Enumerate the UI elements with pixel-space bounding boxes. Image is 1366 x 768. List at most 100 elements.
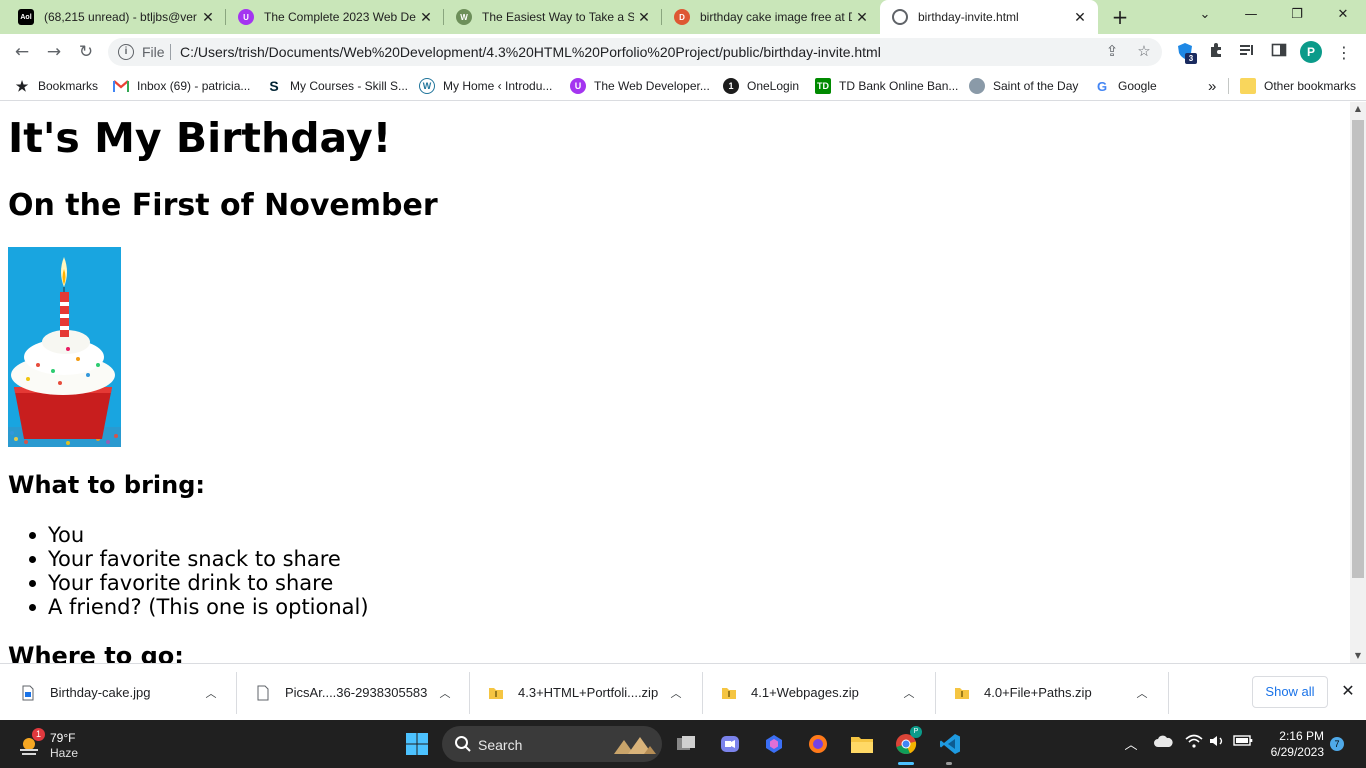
profile-badge: P bbox=[910, 726, 922, 738]
list-item: Your favorite snack to share bbox=[29, 547, 369, 571]
chrome-active-indicator bbox=[898, 762, 914, 765]
bookmark-google[interactable]: G Google bbox=[1094, 76, 1157, 96]
tab-title: The Easiest Way to Take a Sc bbox=[482, 10, 634, 24]
address-divider bbox=[170, 44, 171, 60]
close-icon[interactable]: ✕ bbox=[416, 9, 436, 26]
bookmark-onelogin[interactable]: 1 OneLogin bbox=[723, 76, 799, 96]
close-window-button[interactable]: ✕ bbox=[1320, 0, 1366, 30]
gmail-icon bbox=[113, 78, 129, 94]
scroll-up-icon[interactable]: ▲ bbox=[1350, 102, 1366, 116]
task-view-button[interactable] bbox=[670, 728, 702, 760]
tab-screenshot-article[interactable]: W The Easiest Way to Take a Sc ✕ bbox=[444, 0, 662, 34]
close-icon[interactable]: ✕ bbox=[198, 9, 218, 26]
folder-icon bbox=[1240, 78, 1256, 94]
bookmark-gmail[interactable]: Inbox (69) - patricia... bbox=[113, 76, 250, 96]
bookmark-label: My Home ‹ Introdu... bbox=[443, 79, 553, 93]
tab-strip: Aol (68,215 unread) - btljbs@ver ✕ U The… bbox=[0, 0, 1366, 34]
clock-time: 2:16 PM bbox=[1279, 729, 1324, 743]
bookmark-skillshare[interactable]: S My Courses - Skill S... bbox=[266, 76, 408, 96]
side-panel-icon[interactable] bbox=[1268, 42, 1290, 64]
chevron-up-icon[interactable]: ︿ bbox=[669, 685, 683, 701]
chevron-up-icon[interactable]: ︿ bbox=[902, 685, 916, 701]
tab-search-button[interactable]: ⌄ bbox=[1182, 0, 1228, 30]
bookmark-wordpress[interactable]: W My Home ‹ Introdu... bbox=[419, 76, 552, 96]
copilot-button[interactable] bbox=[758, 728, 790, 760]
system-clock[interactable]: 2:16 PM 6/29/2023 bbox=[1262, 728, 1324, 760]
download-item[interactable]: Birthday-cake.jpg ︿ bbox=[0, 664, 236, 721]
extension-badge: 3 bbox=[1185, 53, 1197, 64]
forward-button[interactable]: → bbox=[42, 40, 66, 64]
scroll-thumb[interactable] bbox=[1352, 120, 1364, 578]
close-icon[interactable]: ✕ bbox=[852, 9, 872, 26]
minimize-button[interactable]: — bbox=[1228, 0, 1274, 30]
url-text[interactable]: C:/Users/trish/Documents/Web%20Developme… bbox=[180, 44, 881, 60]
close-icon[interactable]: ✕ bbox=[634, 9, 654, 26]
reload-button[interactable]: ↻ bbox=[74, 40, 98, 64]
download-shelf: Birthday-cake.jpg ︿ PicsAr....36-2938305… bbox=[0, 663, 1366, 720]
bookmark-td-bank[interactable]: TD TD Bank Online Ban... bbox=[815, 76, 958, 96]
page-title: It's My Birthday! bbox=[8, 114, 392, 162]
tab-cake-image-search[interactable]: D birthday cake image free at D ✕ bbox=[662, 0, 880, 34]
download-item[interactable]: PicsAr....36-2938305583 ︿ bbox=[235, 664, 470, 721]
profile-avatar[interactable]: P bbox=[1300, 41, 1322, 63]
page-subtitle: On the First of November bbox=[8, 188, 438, 223]
chevron-up-icon[interactable]: ︿ bbox=[1122, 734, 1140, 754]
weather-widget[interactable]: 1 79°F Haze bbox=[16, 728, 116, 762]
info-icon[interactable]: i bbox=[118, 44, 134, 60]
notification-badge[interactable]: 7 bbox=[1330, 737, 1344, 751]
download-item[interactable]: 4.3+HTML+Portfoli....zip ︿ bbox=[468, 664, 701, 721]
more-bookmarks-button[interactable]: » bbox=[1208, 76, 1216, 96]
bookmark-label: OneLogin bbox=[747, 79, 800, 93]
restore-button[interactable]: ❐ bbox=[1274, 0, 1320, 30]
folder-icon bbox=[851, 737, 873, 753]
vscode-button[interactable] bbox=[934, 728, 966, 760]
address-bar[interactable]: i File C:/Users/trish/Documents/Web%20De… bbox=[108, 38, 1162, 66]
chevron-up-icon[interactable]: ︿ bbox=[438, 685, 452, 701]
firefox-icon bbox=[809, 735, 827, 753]
bookmark-label: Inbox (69) - patricia... bbox=[137, 79, 251, 93]
image-file-icon bbox=[22, 685, 34, 700]
chevron-up-icon[interactable]: ︿ bbox=[204, 685, 218, 701]
bookmark-star-icon[interactable]: ☆ bbox=[1134, 42, 1154, 62]
taskbar-search[interactable]: Search bbox=[442, 726, 662, 762]
share-icon[interactable]: ⇪ bbox=[1102, 42, 1122, 62]
menu-kebab-icon[interactable]: ⋮ bbox=[1333, 42, 1355, 64]
chevron-up-icon[interactable]: ︿ bbox=[1135, 685, 1149, 701]
show-all-button[interactable]: Show all bbox=[1252, 676, 1328, 708]
scroll-down-icon[interactable]: ▼ bbox=[1350, 649, 1366, 663]
other-bookmarks-folder[interactable]: Other bookmarks bbox=[1240, 76, 1356, 96]
firefox-button[interactable] bbox=[802, 728, 834, 760]
clock-date: 6/29/2023 bbox=[1270, 745, 1324, 759]
bookmark-bookmarks[interactable]: ★ Bookmarks bbox=[14, 76, 98, 96]
media-queue-icon[interactable] bbox=[1236, 42, 1258, 64]
close-icon[interactable]: ✕ bbox=[1070, 9, 1090, 26]
where-heading: Where to go: bbox=[8, 642, 184, 663]
download-item[interactable]: 4.0+File+Paths.zip ︿ bbox=[934, 664, 1167, 721]
vscode-running-indicator bbox=[946, 762, 952, 765]
volume-icon[interactable] bbox=[1207, 734, 1227, 754]
back-button[interactable]: ← bbox=[10, 40, 34, 64]
download-item[interactable]: 4.1+Webpages.zip ︿ bbox=[701, 664, 934, 721]
battery-icon[interactable] bbox=[1232, 734, 1254, 754]
new-tab-button[interactable]: + bbox=[1108, 5, 1132, 29]
bookmark-web-developer[interactable]: U The Web Developer... bbox=[570, 76, 710, 96]
chrome-button[interactable]: P bbox=[890, 726, 922, 760]
close-icon[interactable]: ✕ bbox=[1338, 682, 1358, 702]
onelogin-icon: 1 bbox=[723, 78, 739, 94]
file-explorer-button[interactable] bbox=[846, 728, 878, 760]
extensions-puzzle-icon[interactable] bbox=[1205, 42, 1227, 64]
tab-birthday-invite[interactable]: birthday-invite.html ✕ bbox=[880, 0, 1098, 34]
bring-heading: What to bring: bbox=[8, 471, 206, 499]
bookmark-saint-of-the-day[interactable]: Saint of the Day bbox=[969, 76, 1078, 96]
copilot-icon bbox=[766, 735, 782, 753]
tab-aol-mail[interactable]: Aol (68,215 unread) - btljbs@ver ✕ bbox=[6, 0, 226, 34]
udemy-icon: U bbox=[570, 78, 586, 94]
wordpress-icon: W bbox=[419, 78, 435, 94]
start-button[interactable] bbox=[401, 728, 433, 760]
teams-chat-button[interactable] bbox=[714, 728, 746, 760]
onedrive-icon[interactable] bbox=[1152, 734, 1174, 754]
wifi-icon[interactable] bbox=[1184, 734, 1204, 754]
vertical-scrollbar[interactable]: ▲ ▼ bbox=[1350, 102, 1366, 663]
download-name: PicsAr....36-2938305583 bbox=[285, 685, 428, 700]
tab-web-dev-course[interactable]: U The Complete 2023 Web Dev ✕ bbox=[226, 0, 444, 34]
